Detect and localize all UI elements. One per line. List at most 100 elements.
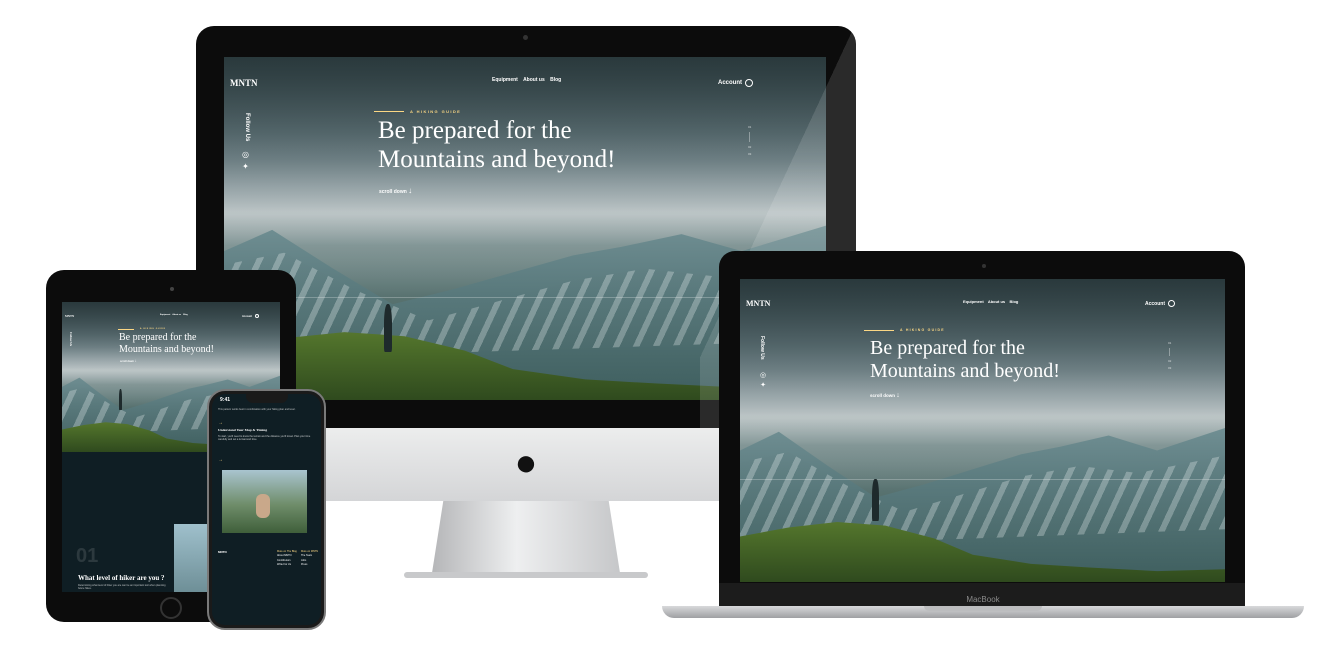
scroll-down-link[interactable]: scroll down ↓ <box>120 358 137 363</box>
scroll-down-link[interactable]: scroll down ↓ <box>870 392 900 399</box>
section-body: To start, you'll need to know the terrai… <box>218 435 311 441</box>
compass-hand <box>256 494 270 518</box>
hero-pager: 01 02 03 <box>748 125 751 156</box>
hero-divider <box>740 478 1225 480</box>
account-link[interactable]: Account <box>718 79 753 87</box>
headline-line-2: Mountains and beyond! <box>378 145 616 173</box>
footer-link[interactable]: Write For Us <box>277 563 297 567</box>
pager-track <box>749 132 751 142</box>
hero-eyebrow: A HIKING GUIDE <box>374 109 461 114</box>
iphone-screen: 9:41 This pattern works best in combinat… <box>212 394 321 625</box>
eyebrow-line <box>118 328 134 330</box>
nav-blog[interactable]: Blog <box>550 77 561 83</box>
macbook-label: MacBook <box>966 595 1000 604</box>
social-links: ◎ ✦ <box>242 150 249 171</box>
nav-equipment[interactable]: Equipment <box>963 299 984 304</box>
twitter-icon[interactable]: ✦ <box>760 381 766 389</box>
eyebrow-text: A HIKING GUIDE <box>140 328 166 330</box>
account-label: Account <box>242 314 252 318</box>
footer-column-1: More on The Blog About MNTN Contributors… <box>277 550 297 568</box>
arrow-down-icon: ↓ <box>896 392 900 399</box>
scroll-down-link[interactable]: scroll down ↓ <box>379 186 412 195</box>
nav-equipment[interactable]: Equipment <box>160 314 170 316</box>
nav-about-us[interactable]: About us <box>988 299 1005 304</box>
footer-link[interactable]: Press <box>301 563 319 567</box>
pager-item-1[interactable]: 01 <box>748 125 751 129</box>
main-nav: Equipment About us Blog <box>492 77 565 83</box>
hero-headline: Be prepared for the Mountains and beyond… <box>119 332 214 355</box>
hiker-figure <box>118 389 122 410</box>
hero-pager: 01 02 03 <box>1168 341 1171 370</box>
follow-us-label: Follow Us <box>244 113 250 142</box>
scroll-label: scroll down <box>870 393 896 398</box>
hero-eyebrow: A HIKING GUIDE <box>864 328 945 332</box>
headline-line-1: Be prepared for the <box>119 332 197 343</box>
imac-foot <box>404 572 648 578</box>
hiker-figure <box>871 478 879 522</box>
hero-headline: Be prepared for the Mountains and beyond… <box>870 337 1060 383</box>
ipad-home-button[interactable] <box>160 597 182 619</box>
headline-line-2: Mountains and beyond! <box>870 360 1060 382</box>
headline-line-1: Be prepared for the <box>870 337 1025 359</box>
step-number: 01 <box>76 545 99 567</box>
step-description: Determining what level of hiker you are … <box>78 584 166 590</box>
macbook-camera <box>982 264 986 268</box>
macbook-screen: MNTN Equipment About us Blog Account Fol… <box>740 279 1225 582</box>
eyebrow-line <box>374 111 404 112</box>
account-label: Account <box>718 80 742 86</box>
site-logo[interactable]: MNTN <box>230 78 258 88</box>
imac-camera <box>523 35 528 40</box>
pager-item-3[interactable]: 03 <box>748 152 751 156</box>
follow-us-label: Follow Us <box>759 336 765 360</box>
macbook-opening-notch <box>924 606 1042 611</box>
account-label: Account <box>1145 300 1165 307</box>
headline-line-2: Mountains and beyond! <box>119 343 214 355</box>
pager-item-1[interactable]: 01 <box>1168 341 1171 345</box>
instagram-icon[interactable]: ◎ <box>242 150 249 159</box>
ipad-camera <box>170 287 174 291</box>
pager-track <box>1169 348 1171 356</box>
intro-text: This pattern works best in combination w… <box>218 408 296 411</box>
hero-eyebrow: A HIKING GUIDE <box>118 328 166 330</box>
status-time: 9:41 <box>220 397 231 403</box>
hiker-figure <box>383 303 392 352</box>
scroll-label: scroll down <box>379 189 407 195</box>
pager-item-3[interactable]: 03 <box>1168 366 1171 370</box>
account-link[interactable]: Account <box>242 314 259 318</box>
nav-about-us[interactable]: About us <box>172 314 181 316</box>
nav-equipment[interactable]: Equipment <box>492 77 518 83</box>
hero-background <box>740 279 1225 582</box>
instagram-icon[interactable]: ◎ <box>760 371 766 379</box>
nav-about-us[interactable]: About us <box>523 77 545 83</box>
section-title: Understand Your Map & Timing <box>218 428 268 432</box>
social-links: ◎ ✦ <box>760 371 766 389</box>
step-title: What level of hiker are you ? <box>78 574 165 582</box>
read-more-arrow-icon[interactable]: → <box>218 457 223 463</box>
nav-blog[interactable]: Blog <box>183 314 187 316</box>
imac-stand <box>432 501 620 573</box>
headline-line-1: Be prepared for the <box>378 117 572 144</box>
account-icon <box>1168 300 1175 307</box>
main-nav: Equipment About us Blog <box>963 299 1022 304</box>
account-icon <box>745 79 753 87</box>
main-nav: Equipment About us Blog <box>160 314 189 316</box>
arrow-down-icon: ↓ <box>134 358 137 363</box>
scroll-label: scroll down <box>120 360 134 363</box>
twitter-icon[interactable]: ✦ <box>242 162 249 171</box>
site-logo[interactable]: MNTN <box>65 314 74 318</box>
apple-logo-icon: ● <box>514 442 538 484</box>
nav-blog[interactable]: Blog <box>1009 299 1018 304</box>
footer-logo[interactable]: MNTN <box>218 550 227 554</box>
eyebrow-text: A HIKING GUIDE <box>900 328 945 332</box>
account-icon <box>255 314 259 318</box>
site-logo[interactable]: MNTN <box>746 299 770 308</box>
footer-column-2: More on MNTN The Team Jobs Press <box>301 550 319 568</box>
pager-item-2[interactable]: 02 <box>1168 359 1171 363</box>
follow-us-label: Follow Us <box>69 332 73 347</box>
iphone-notch <box>246 394 288 403</box>
eyebrow-text: A HIKING GUIDE <box>410 109 462 114</box>
hero-headline: Be prepared for the Mountains and beyond… <box>378 117 615 175</box>
eyebrow-line <box>864 329 894 331</box>
pager-item-2[interactable]: 02 <box>748 145 751 149</box>
account-link[interactable]: Account <box>1145 300 1175 307</box>
